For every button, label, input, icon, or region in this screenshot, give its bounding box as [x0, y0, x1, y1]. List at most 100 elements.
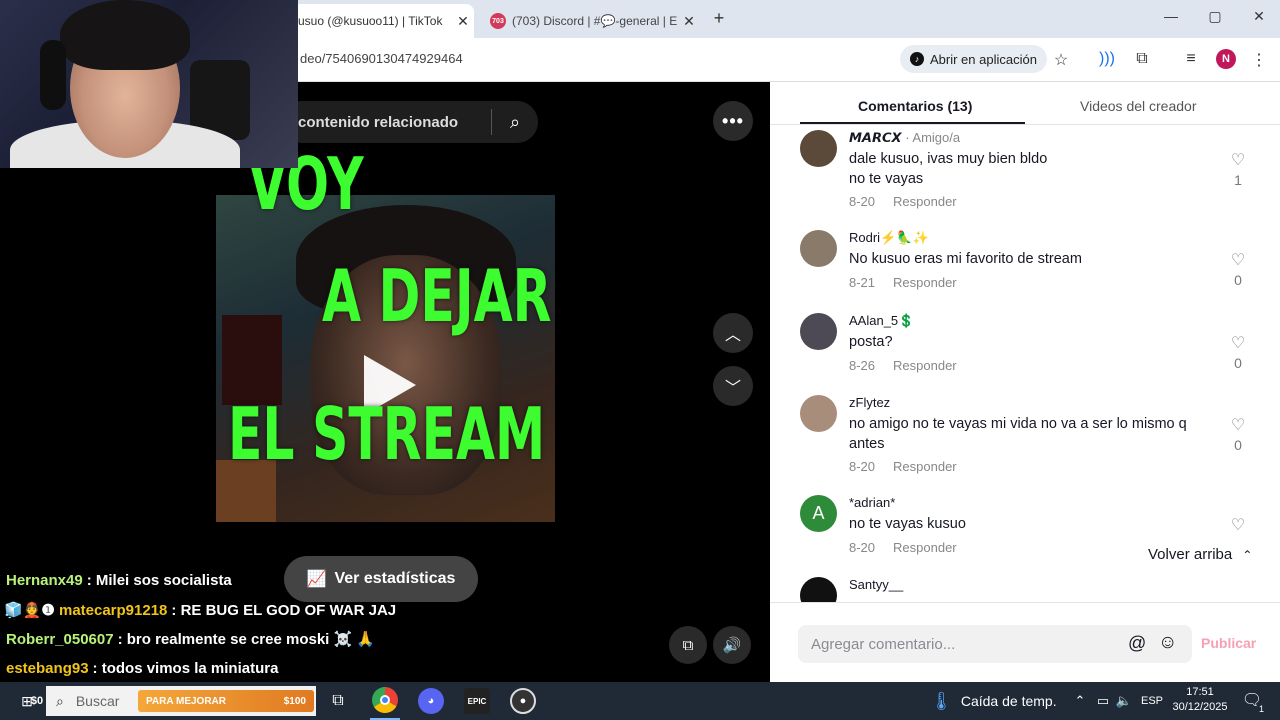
chat-text: : bro realmente se cree moski ☠️ 🙏 [117, 631, 376, 648]
tab-title: usuo (@kusuoo11) | TikTok [298, 14, 443, 28]
extensions-icon[interactable]: ⧉ [1131, 50, 1153, 68]
chevron-up-icon[interactable]: ⌃ [1070, 682, 1090, 720]
maximize-button[interactable]: ▢ [1192, 8, 1238, 25]
chat-message: 🧊👲❶ matecarp91218: RE BUG EL GOD OF WAR … [4, 601, 396, 619]
comment-meta: 8-21 Responder [849, 275, 957, 290]
heart-icon[interactable]: ♡ [1228, 415, 1248, 435]
profile-avatar[interactable]: N [1216, 49, 1236, 69]
avatar[interactable] [800, 130, 837, 167]
chat-badges: 🧊👲❶ [4, 602, 55, 619]
mention-icon[interactable]: @ [1128, 633, 1146, 654]
task-view-icon[interactable]: ⧉ [326, 682, 350, 720]
tab-discord[interactable]: 703 (703) Discord | #💬-general | El ✕ [482, 4, 700, 38]
video-overlay-line-3: EL STREAM [228, 392, 546, 476]
open-in-app-label: Abrir en aplicación [930, 51, 1037, 67]
heart-icon[interactable]: ♡ [1228, 250, 1248, 270]
heart-icon[interactable]: ♡ [1228, 150, 1248, 170]
avatar[interactable] [800, 395, 837, 432]
comment-text: no te vayas kusuo [849, 516, 966, 532]
panel-tabs: Comentarios (13) Videos del creador [770, 82, 1280, 126]
media-control-icon[interactable]: ≡ [1180, 50, 1202, 68]
video-overlay-line-2: A DEJAR [322, 254, 552, 338]
reply-button[interactable]: Responder [893, 358, 957, 373]
menu-icon[interactable]: ⋮ [1248, 50, 1270, 70]
comment-text: posta? [849, 334, 893, 350]
comment-meta: 8-20 Responder [849, 540, 957, 555]
minimize-button[interactable]: — [1148, 8, 1194, 24]
like-count: 0 [1234, 355, 1242, 371]
notification-icon[interactable]: 🗨 1 [1240, 690, 1264, 714]
url-field[interactable]: deo/7540690130474929464 [300, 51, 463, 66]
pip-icon[interactable]: ⧉ [669, 626, 707, 664]
reply-button[interactable]: Responder [893, 275, 957, 290]
close-tab-icon[interactable]: ✕ [452, 13, 474, 30]
heart-icon[interactable]: ♡ [1228, 515, 1248, 535]
chat-username: Hernanx49 [6, 572, 83, 589]
epic-games-icon: EPIC [464, 688, 490, 714]
webcam-overlay [0, 0, 298, 168]
back-to-top-label: Volver arriba [1148, 546, 1233, 563]
comment-author[interactable]: 𝙈𝘼𝙍𝘾𝙓 · Amigo/a [849, 130, 960, 146]
language-indicator[interactable]: ESP [1138, 682, 1166, 720]
taskbar-search[interactable]: ⌕ Buscar PARA MEJORAR $100 [46, 686, 316, 716]
comment-author[interactable]: Rodri⚡🦜✨ [849, 230, 929, 246]
comment-date: 8-20 [849, 194, 876, 209]
volume-icon[interactable]: 🔊 [713, 626, 751, 664]
view-stats-button[interactable]: 📈 Ver estadísticas [284, 556, 478, 602]
comment-meta: 8-26 Responder [849, 358, 957, 373]
new-tab-button[interactable]: + [708, 8, 730, 29]
avatar[interactable] [800, 230, 837, 267]
more-options-button[interactable]: ••• [713, 101, 753, 141]
open-in-app-button[interactable]: ♪ Abrir en aplicación [900, 45, 1047, 73]
chrome-icon [372, 687, 398, 713]
tab-comments[interactable]: Comentarios (13) [858, 98, 972, 114]
avatar[interactable] [800, 313, 837, 350]
avatar[interactable]: A [800, 495, 837, 532]
chat-username: estebang93 [6, 660, 89, 677]
network-icon[interactable]: ▭ [1092, 682, 1114, 720]
clock[interactable]: 17:51 30/12/2025 [1166, 685, 1234, 715]
comment-date: 8-26 [849, 358, 876, 373]
related-search-bar[interactable]: contenido relacionado ⌕ [280, 101, 538, 143]
previous-video-button[interactable]: ︿ [713, 313, 753, 353]
search-icon[interactable]: ⌕ [492, 112, 538, 133]
comment-text: No kusuo eras mi favorito de stream [849, 251, 1082, 267]
close-window-button[interactable]: ✕ [1236, 8, 1280, 25]
star-icon[interactable]: ☆ [1050, 50, 1072, 70]
widget-label[interactable]: $0 [28, 682, 46, 720]
emoji-icon[interactable]: ☺ [1158, 632, 1177, 654]
chat-username: matecarp91218 [58, 602, 168, 619]
promo-text: PARA MEJORAR [146, 695, 227, 707]
comment-author[interactable]: Santyy__ [849, 577, 903, 592]
comment-author[interactable]: *adrian* [849, 495, 895, 510]
comment-input[interactable]: Agregar comentario... @ ☺ [798, 625, 1192, 663]
search-promo-banner[interactable]: PARA MEJORAR $100 [138, 690, 314, 712]
tab-tiktok[interactable]: usuo (@kusuoo11) | TikTok ✕ [292, 4, 474, 38]
comment-composer: Agregar comentario... @ ☺ Publicar [770, 602, 1280, 682]
chrome-taskbar-button[interactable] [370, 682, 400, 720]
close-tab-icon[interactable]: ✕ [678, 13, 700, 30]
epic-games-taskbar-button[interactable]: EPIC [462, 682, 492, 720]
reply-button[interactable]: Responder [893, 194, 957, 209]
reply-button[interactable]: Responder [893, 540, 957, 555]
publish-button[interactable]: Publicar [1201, 635, 1256, 651]
like-count: 1 [1234, 172, 1242, 188]
weather-widget[interactable]: 🌡 Caída de temp. [930, 682, 1057, 720]
weather-text: Caída de temp. [960, 693, 1057, 709]
obs-taskbar-button[interactable]: ● [508, 682, 538, 720]
heart-icon[interactable]: ♡ [1228, 333, 1248, 353]
reply-button[interactable]: Responder [893, 459, 957, 474]
next-video-button[interactable]: ﹀ [713, 366, 753, 406]
discord-taskbar-button[interactable]: ◕ [416, 682, 446, 720]
author-name: Rodri⚡🦜✨ [849, 230, 929, 245]
comment-meta: 8-20 Responder [849, 194, 957, 209]
back-to-top-button[interactable]: Volver arriba ⌃ [1140, 546, 1253, 568]
comment-author[interactable]: zFlytez [849, 395, 890, 410]
cast-icon[interactable]: ))) [1096, 50, 1118, 68]
tab-creator-videos[interactable]: Videos del creador [1080, 98, 1196, 114]
chart-icon: 📈 [306, 571, 327, 588]
like-count: 0 [1234, 437, 1242, 453]
volume-icon[interactable]: 🔈 [1114, 682, 1134, 720]
comment-author[interactable]: AAlan_5💲 [849, 313, 914, 329]
chat-message: Roberr_050607: bro realmente se cree mos… [6, 630, 375, 648]
